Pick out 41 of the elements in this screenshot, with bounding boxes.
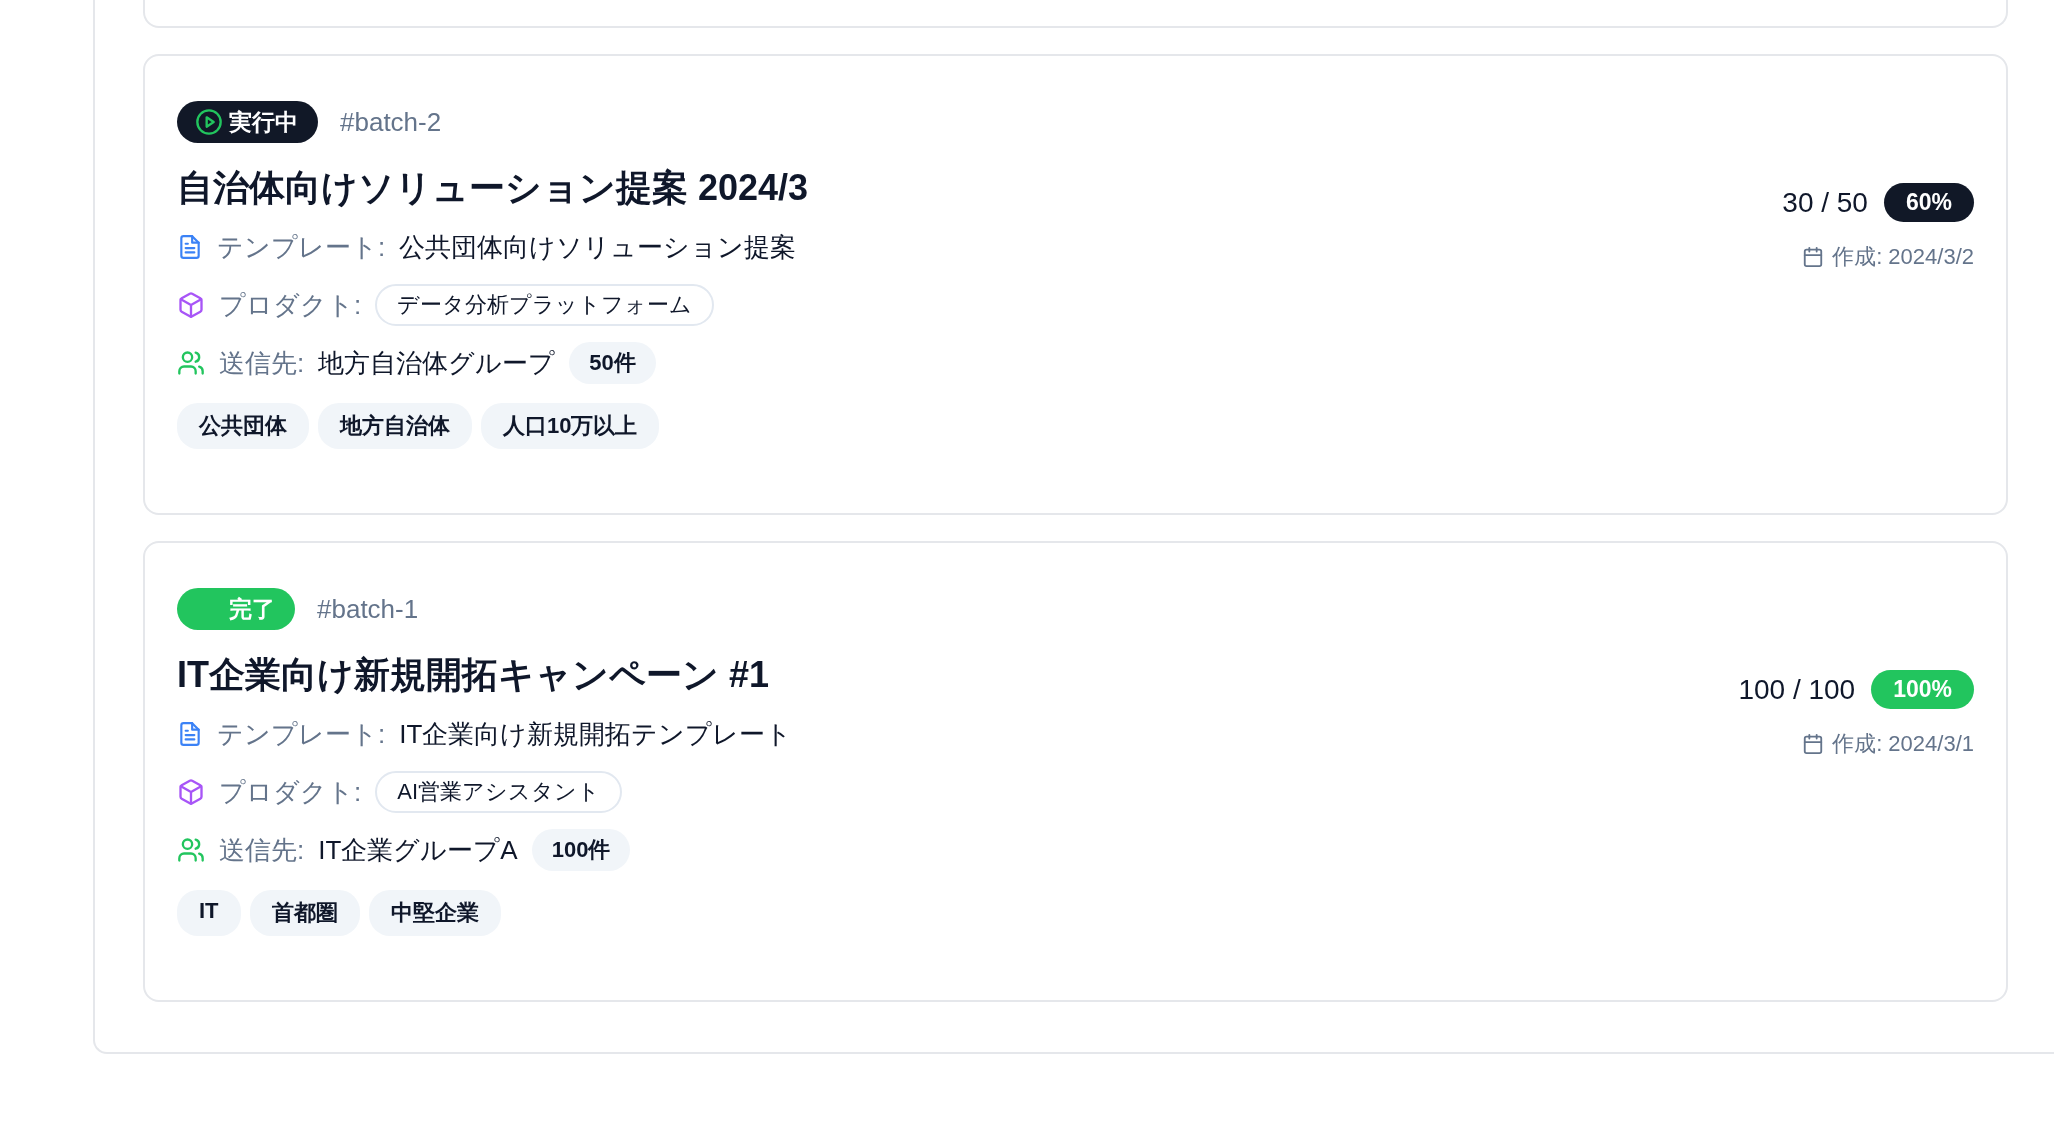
product-chip: データ分析プラットフォーム bbox=[375, 284, 715, 326]
batch-title: 自治体向けソリューション提案 2024/3 bbox=[177, 166, 809, 210]
status-badge: 完了 bbox=[177, 588, 295, 630]
product-label: プロダクト: bbox=[219, 288, 362, 322]
progress-count: 100 / 100 bbox=[1738, 673, 1856, 706]
tag: 人口10万以上 bbox=[481, 403, 660, 449]
created-date: 作成: 2024/3/1 bbox=[1832, 730, 1974, 758]
calendar-icon bbox=[1802, 733, 1825, 755]
cube-icon bbox=[177, 778, 205, 806]
count-badge: 50件 bbox=[569, 342, 656, 384]
users-icon bbox=[177, 836, 205, 864]
template-name: 公共団体向けソリューション提案 bbox=[399, 230, 797, 264]
template-label: テンプレート: bbox=[217, 717, 386, 751]
recipients-label: 送信先: bbox=[219, 833, 305, 867]
product-chip: AI営業アシスタント bbox=[375, 771, 623, 813]
tag: 首都圏 bbox=[249, 890, 360, 936]
tag: 中堅企業 bbox=[368, 890, 501, 936]
percent-badge: 60% bbox=[1883, 183, 1974, 222]
recipients-name: 地方自治体グループ bbox=[318, 346, 556, 380]
template-label: テンプレート: bbox=[217, 230, 386, 264]
document-icon bbox=[177, 720, 203, 748]
tag: 地方自治体 bbox=[318, 403, 472, 449]
batch-id: #batch-1 bbox=[317, 593, 419, 625]
users-icon bbox=[177, 349, 205, 377]
product-label: プロダクト: bbox=[219, 775, 362, 809]
tag: 公共団体 bbox=[177, 403, 309, 449]
count-badge: 100件 bbox=[531, 829, 631, 871]
recipients-name: IT企業グループA bbox=[318, 833, 518, 867]
batch-id: #batch-2 bbox=[340, 106, 442, 138]
progress-count: 30 / 50 bbox=[1782, 186, 1868, 219]
status-badge: 実行中 bbox=[177, 101, 318, 143]
percent-badge: 100% bbox=[1871, 670, 1974, 709]
play-icon bbox=[195, 108, 223, 136]
calendar-icon bbox=[1802, 246, 1825, 268]
recipients-label: 送信先: bbox=[219, 346, 305, 380]
created-date: 作成: 2024/3/2 bbox=[1832, 243, 1974, 271]
document-icon bbox=[177, 233, 203, 261]
tag: IT bbox=[177, 890, 241, 936]
batch-title: IT企業向け新規開拓キャンペーン #1 bbox=[177, 653, 771, 697]
template-name: IT企業向け新規開拓テンプレート bbox=[399, 717, 793, 751]
cube-icon bbox=[177, 291, 205, 319]
